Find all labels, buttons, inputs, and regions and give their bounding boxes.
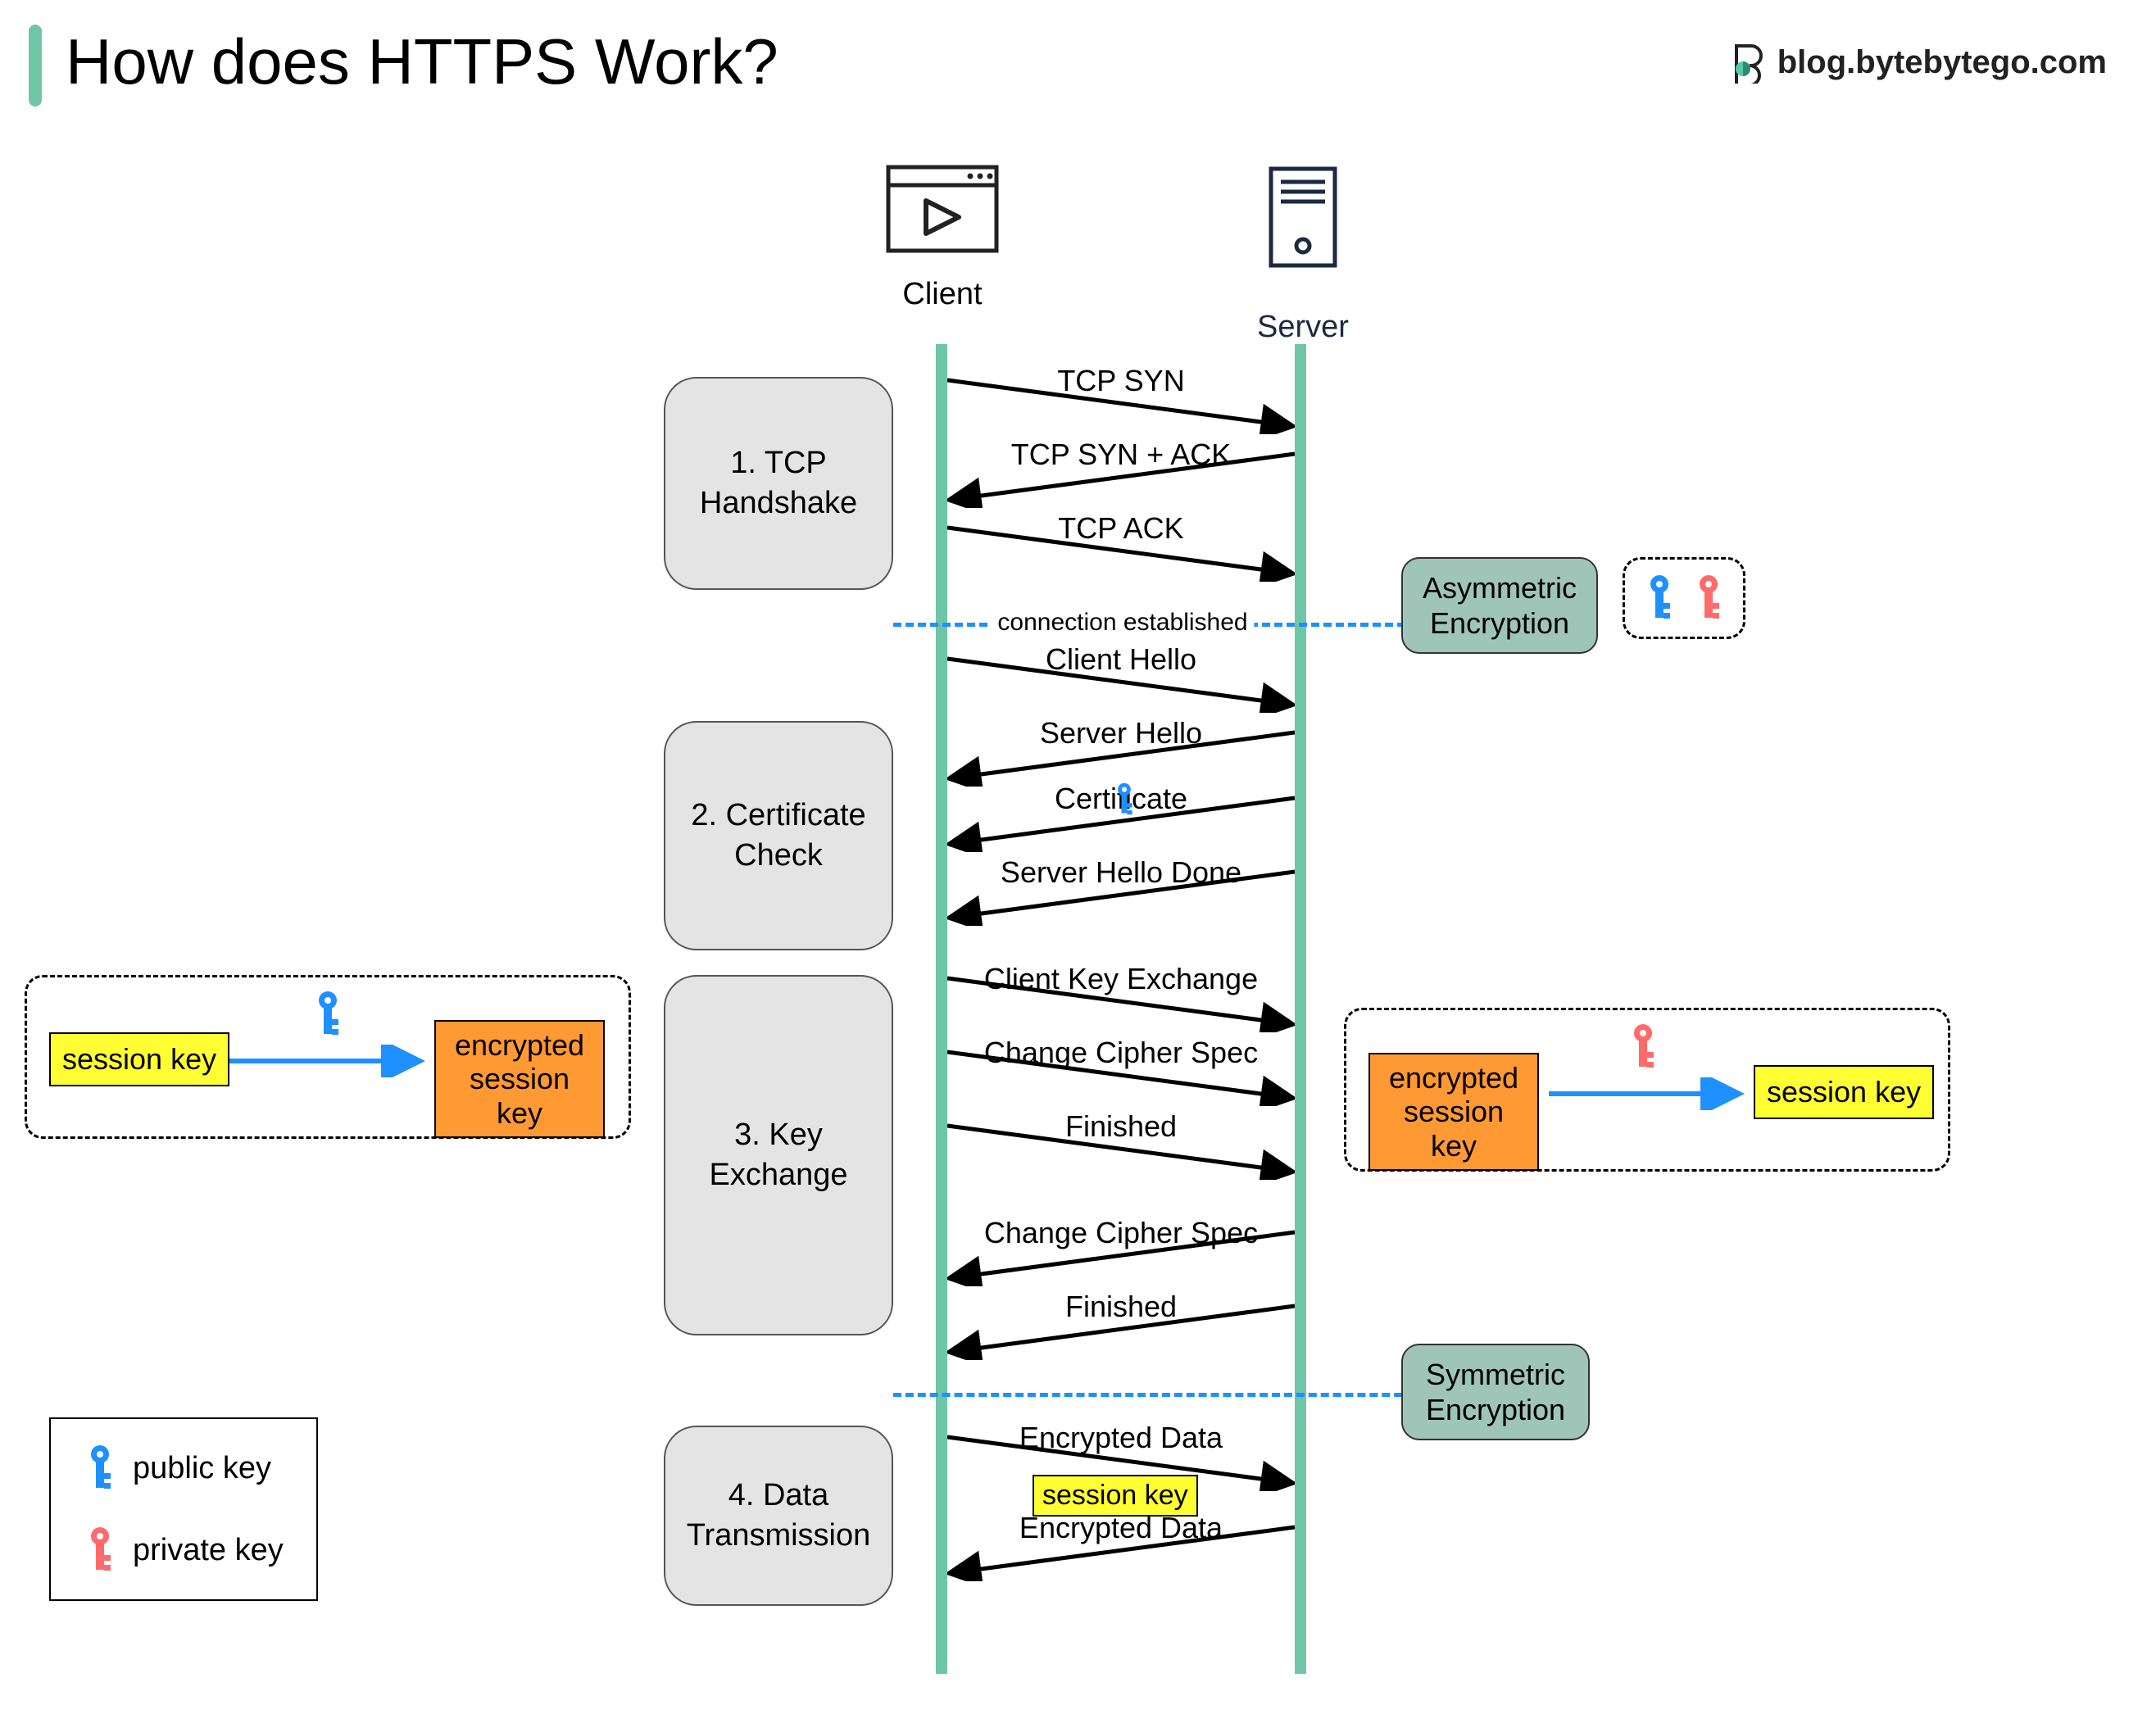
brand: blog.bytebytego.com: [1725, 41, 2107, 84]
lifeline-server: [1295, 344, 1306, 1674]
key-pair-box: [1623, 557, 1745, 639]
lifeline-client: [936, 344, 947, 1674]
legend-public-key: public key: [84, 1444, 284, 1493]
actor-server-label: Server: [1229, 310, 1377, 345]
phase-certificate-check: 2. Certificate Check: [664, 721, 893, 950]
phase-data-transmission: 4. Data Transmission: [664, 1426, 893, 1606]
public-key-icon: [84, 1444, 116, 1493]
browser-icon: [885, 164, 1000, 254]
msg-server-hello: Server Hello: [947, 721, 1295, 787]
actor-server: Server: [1229, 164, 1377, 345]
private-key-icon: [1627, 1022, 1659, 1072]
msg-change-cipher-spec-1: Change Cipher Spec: [947, 1041, 1295, 1106]
asymmetric-encryption-box: Asymmetric Encryption: [1401, 557, 1598, 654]
arrow-encrypt-left: [229, 1045, 426, 1077]
actor-client: Client: [869, 164, 1016, 312]
legend-private-key: private key: [84, 1526, 284, 1575]
msg-tcp-syn-ack: TCP SYN + ACK: [947, 442, 1295, 508]
msg-certificate: Certificate: [947, 787, 1295, 852]
actor-client-label: Client: [869, 277, 1016, 312]
msg-finished-1: Finished: [947, 1114, 1295, 1180]
msg-client-key-exchange: Client Key Exchange: [947, 967, 1295, 1032]
session-key-box-right: session key: [1754, 1065, 1934, 1119]
phase-tcp-handshake: 1. TCP Handshake: [664, 377, 893, 590]
msg-finished-2: Finished: [947, 1295, 1295, 1360]
arrow-decrypt-right: [1549, 1077, 1745, 1110]
msg-client-hello: Client Hello: [947, 647, 1295, 713]
encrypted-session-key-box-right: encrypted session key: [1368, 1053, 1539, 1171]
encrypted-session-key-box-left: encrypted session key: [434, 1020, 605, 1138]
session-key-box-left: session key: [49, 1032, 229, 1086]
public-key-icon: [1643, 574, 1676, 623]
msg-server-hello-done: Server Hello Done: [947, 860, 1295, 926]
brand-logo-icon: [1725, 41, 1768, 84]
msg-change-cipher-spec-2: Change Cipher Spec: [947, 1221, 1295, 1286]
server-icon: [1266, 164, 1340, 270]
page-title: How does HTTPS Work?: [66, 25, 778, 99]
legend: public key private key: [49, 1417, 318, 1601]
divider-connection-established-label: connection established: [991, 609, 1254, 637]
private-key-icon: [84, 1526, 116, 1575]
phase-key-exchange: 3. Key Exchange: [664, 975, 893, 1335]
msg-tcp-syn: TCP SYN: [947, 369, 1295, 434]
title-accent: [29, 25, 42, 107]
msg-encrypted-data-2: Encrypted Data: [947, 1516, 1295, 1581]
private-key-icon: [1692, 574, 1725, 623]
brand-text: blog.bytebytego.com: [1777, 44, 2107, 81]
public-key-icon: [311, 990, 344, 1039]
msg-tcp-ack: TCP ACK: [947, 516, 1295, 582]
symmetric-encryption-box: Symmetric Encryption: [1401, 1344, 1590, 1440]
